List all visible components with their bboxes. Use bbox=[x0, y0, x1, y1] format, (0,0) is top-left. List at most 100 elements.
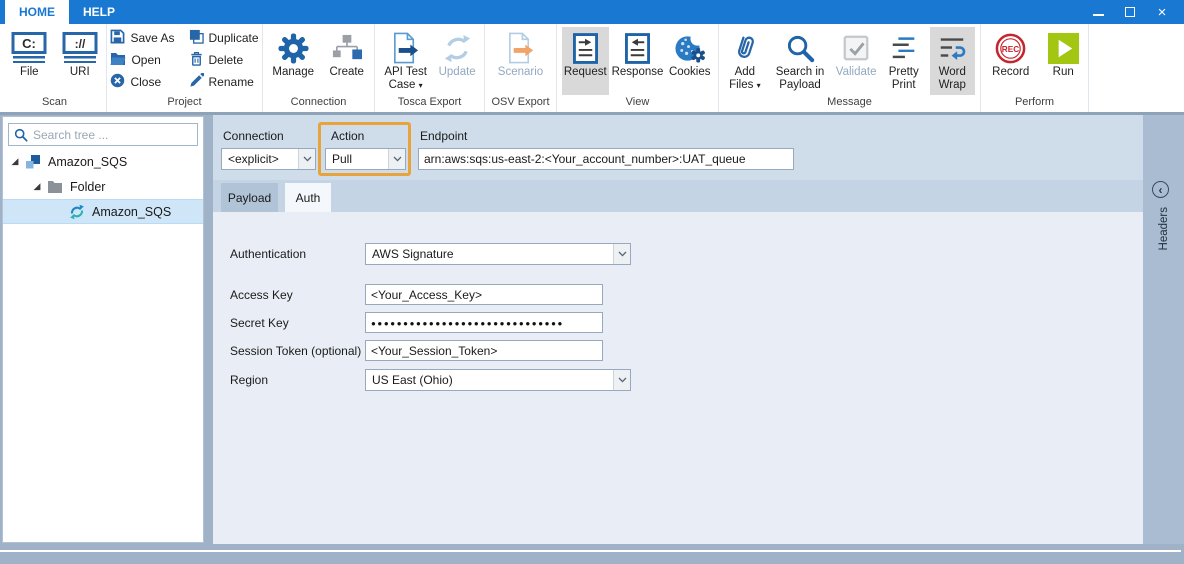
maximize-button[interactable] bbox=[1114, 0, 1146, 24]
group-label-osv-export: OSV Export bbox=[485, 96, 556, 112]
save-icon bbox=[110, 29, 125, 47]
status-bar bbox=[0, 544, 1184, 564]
svg-text:C:: C: bbox=[22, 36, 36, 51]
tab-help[interactable]: HELP bbox=[69, 0, 129, 24]
record-button[interactable]: REC Record bbox=[986, 27, 1035, 95]
connection-select[interactable]: <explicit> bbox=[221, 148, 316, 170]
secret-key-input[interactable] bbox=[365, 312, 603, 333]
request-view-button[interactable]: Request bbox=[562, 27, 609, 95]
tree-item-amazon-sqs-request[interactable]: Amazon_SQS bbox=[3, 199, 203, 224]
open-button[interactable]: Open bbox=[110, 52, 174, 69]
secret-key-label: Secret Key bbox=[230, 316, 289, 330]
network-tree-icon bbox=[331, 30, 362, 66]
action-select[interactable]: Pull bbox=[325, 148, 406, 170]
close-project-button[interactable]: Close bbox=[110, 73, 174, 91]
connection-label: Connection bbox=[223, 129, 284, 143]
tab-payload[interactable]: Payload bbox=[221, 183, 278, 212]
group-label-view: View bbox=[557, 96, 718, 112]
cookie-icon bbox=[673, 30, 706, 66]
auth-tab-content: Authentication AWS Signature Access Key … bbox=[213, 212, 1143, 544]
headers-vertical-tab[interactable]: Headers bbox=[1143, 207, 1184, 255]
session-token-label: Session Token (optional) bbox=[230, 344, 361, 358]
expander-icon[interactable]: ◢ bbox=[9, 156, 21, 167]
validate-check-icon bbox=[841, 30, 871, 66]
close-icon: × bbox=[1158, 5, 1167, 20]
payload-auth-tabstrip: Payload Auth bbox=[213, 180, 1143, 212]
add-files-button[interactable]: Add Files ▾ bbox=[724, 27, 766, 95]
update-button: Update bbox=[435, 27, 479, 95]
tree-item-amazon-sqs-root[interactable]: ◢ Amazon_SQS bbox=[3, 149, 203, 174]
file-button[interactable]: C: File bbox=[8, 27, 51, 95]
ribbon-group-perform: REC Record Run Perform bbox=[981, 24, 1089, 112]
minimize-button[interactable] bbox=[1082, 0, 1114, 24]
chevron-down-icon[interactable] bbox=[388, 149, 405, 169]
request-panel: Connection <explicit> Action Pull Endpoi… bbox=[213, 115, 1143, 544]
tab-home[interactable]: HOME bbox=[5, 0, 69, 24]
minimize-icon bbox=[1093, 14, 1104, 16]
authentication-label: Authentication bbox=[230, 247, 306, 261]
ribbon-group-project: Save As Open Close bbox=[107, 24, 263, 112]
action-label: Action bbox=[331, 129, 364, 143]
export-testcase-icon bbox=[390, 30, 421, 66]
group-label-perform: Perform bbox=[981, 96, 1088, 112]
group-label-project: Project bbox=[107, 96, 262, 112]
api-test-case-button[interactable]: API Test Case ▾ bbox=[380, 27, 431, 95]
headers-side-panel: ‹ Headers bbox=[1143, 115, 1184, 544]
access-key-input[interactable] bbox=[365, 284, 603, 305]
validate-button: Validate bbox=[834, 27, 878, 95]
expander-icon[interactable]: ◢ bbox=[31, 181, 43, 192]
trash-icon bbox=[189, 51, 204, 69]
ribbon-group-view: Request Response bbox=[557, 24, 719, 112]
request-doc-icon bbox=[573, 30, 598, 66]
project-tree: ◢ Amazon_SQS ◢ Folder bbox=[3, 149, 203, 224]
endpoint-label: Endpoint bbox=[420, 129, 467, 143]
tab-auth[interactable]: Auth bbox=[285, 183, 331, 212]
sync-request-icon bbox=[69, 204, 86, 220]
pretty-print-icon bbox=[889, 30, 919, 66]
cookies-view-button[interactable]: Cookies bbox=[666, 27, 713, 95]
region-label: Region bbox=[230, 373, 268, 387]
pencil-icon bbox=[189, 73, 204, 91]
response-doc-icon bbox=[625, 30, 650, 66]
chevron-down-icon[interactable] bbox=[613, 370, 630, 390]
scenario-doc-icon bbox=[505, 30, 536, 66]
uri-button[interactable]: :// URI bbox=[59, 27, 102, 95]
access-key-label: Access Key bbox=[230, 288, 293, 302]
run-button[interactable]: Run bbox=[1043, 27, 1083, 95]
chevron-left-icon: ‹ bbox=[1159, 184, 1163, 196]
titlebar: HOME HELP × bbox=[0, 0, 1184, 24]
group-label-message: Message bbox=[719, 96, 980, 112]
save-as-button[interactable]: Save As bbox=[110, 29, 174, 47]
ribbon: C: File :// bbox=[0, 24, 1184, 112]
endpoint-input[interactable] bbox=[418, 148, 794, 170]
workspace: ◢ Amazon_SQS ◢ Folder bbox=[0, 115, 1184, 544]
tree-item-folder[interactable]: ◢ Folder bbox=[3, 174, 203, 199]
search-input[interactable] bbox=[33, 124, 195, 145]
tree-item-label: Folder bbox=[70, 180, 105, 194]
pretty-print-button[interactable]: Pretty Print bbox=[882, 27, 926, 95]
create-connection-button[interactable]: Create bbox=[324, 27, 369, 95]
authentication-select[interactable]: AWS Signature bbox=[365, 243, 631, 265]
delete-button[interactable]: Delete bbox=[189, 51, 259, 69]
dropdown-caret: ▾ bbox=[419, 81, 423, 90]
word-wrap-button[interactable]: Word Wrap bbox=[930, 27, 975, 95]
maximize-icon bbox=[1125, 7, 1135, 17]
sidebar-tree-panel: ◢ Amazon_SQS ◢ Folder bbox=[2, 116, 204, 543]
manage-connection-button[interactable]: Manage bbox=[268, 27, 318, 95]
chevron-down-icon[interactable] bbox=[613, 244, 630, 264]
rename-button[interactable]: Rename bbox=[189, 73, 259, 91]
svg-text:REC: REC bbox=[1002, 44, 1019, 53]
ribbon-group-scan: C: File :// bbox=[3, 24, 107, 112]
session-token-input[interactable] bbox=[365, 340, 603, 361]
search-in-payload-button[interactable]: Search in Payload bbox=[770, 27, 831, 95]
update-sync-icon bbox=[442, 30, 473, 66]
chevron-down-icon[interactable] bbox=[298, 149, 315, 169]
region-select[interactable]: US East (Ohio) bbox=[365, 369, 631, 391]
ribbon-group-tosca-export: API Test Case ▾ Update Tosca Export bbox=[375, 24, 485, 112]
response-view-button[interactable]: Response bbox=[611, 27, 665, 95]
duplicate-button[interactable]: Duplicate bbox=[189, 29, 259, 47]
search-icon bbox=[785, 30, 816, 66]
folder-icon bbox=[47, 179, 64, 195]
close-button[interactable]: × bbox=[1146, 0, 1178, 24]
expand-headers-button[interactable]: ‹ bbox=[1152, 181, 1169, 198]
